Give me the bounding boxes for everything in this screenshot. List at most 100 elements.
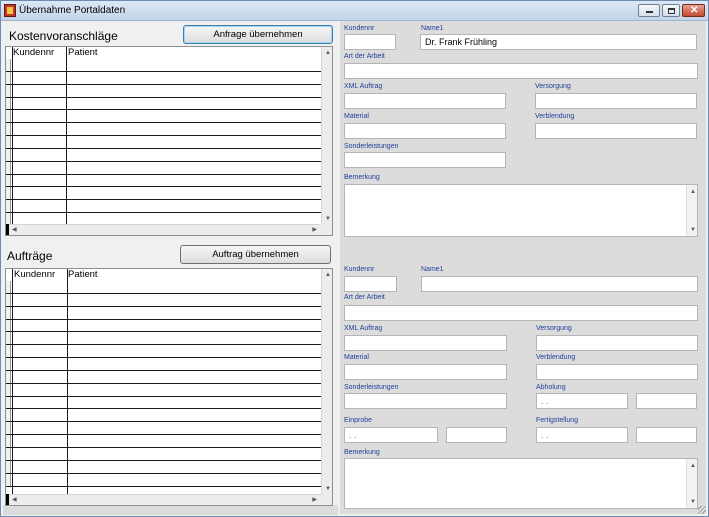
column-header-kundennr[interactable]: Kundennr — [14, 269, 55, 281]
row-selector[interactable] — [6, 306, 11, 319]
row-selector[interactable] — [6, 200, 11, 213]
scroll-right-icon[interactable]: ▶ — [312, 226, 317, 234]
row-selector[interactable] — [6, 422, 11, 435]
row-selector[interactable] — [6, 332, 11, 345]
row-selector[interactable] — [6, 71, 11, 84]
anfrage-material-field[interactable] — [344, 123, 506, 139]
row-selector[interactable] — [6, 84, 11, 97]
horizontal-scrollbar[interactable]: ◀ ▶ — [6, 494, 321, 505]
row-selector[interactable] — [6, 123, 11, 136]
scroll-right-icon[interactable]: ▶ — [312, 496, 317, 504]
einprobe-time-field[interactable] — [446, 427, 507, 443]
auftrag-versorgung-field[interactable] — [536, 335, 698, 351]
vertical-scrollbar[interactable]: ▲ ▼ — [321, 47, 332, 224]
scroll-up-icon[interactable]: ▲ — [325, 271, 331, 279]
table-row[interactable] — [6, 332, 321, 346]
table-row[interactable] — [6, 161, 321, 175]
table-row[interactable] — [6, 148, 321, 162]
row-selector[interactable] — [6, 345, 11, 358]
fertigstellung-time-field[interactable] — [636, 427, 697, 443]
row-selector[interactable] — [6, 319, 11, 332]
einprobe-date-field[interactable]: . . — [344, 427, 438, 443]
row-selector[interactable] — [6, 136, 11, 148]
fertigstellung-date-field[interactable]: . . — [536, 427, 628, 443]
vertical-scrollbar[interactable]: ▲ ▼ — [686, 459, 697, 508]
minimize-button[interactable] — [638, 4, 660, 17]
column-header-patient[interactable]: Patient — [68, 269, 98, 281]
table-row[interactable] — [6, 84, 321, 98]
anfrage-xml-auftrag-field[interactable] — [344, 93, 506, 109]
anfrage-art-der-arbeit-field[interactable] — [344, 63, 698, 79]
row-selector[interactable] — [6, 281, 11, 293]
table-row[interactable] — [6, 447, 321, 461]
table-row[interactable] — [6, 123, 321, 137]
auftrag-material-field[interactable] — [344, 364, 507, 380]
row-selector[interactable] — [6, 97, 11, 110]
row-selector[interactable] — [6, 174, 11, 187]
abholung-date-field[interactable]: . . — [536, 393, 628, 409]
row-selector[interactable] — [6, 187, 11, 200]
table-row[interactable] — [6, 383, 321, 397]
anfrage-sonderleistungen-field[interactable] — [344, 152, 506, 168]
auftrag-uebernehmen-button[interactable]: Auftrag übernehmen — [180, 245, 331, 264]
scroll-up-icon[interactable]: ▲ — [690, 462, 696, 470]
maximize-button[interactable] — [662, 4, 680, 17]
kostenvoranschlaege-grid[interactable]: Kundennr Patient ▲ ▼ ◀ ▶ — [5, 46, 333, 236]
row-selector[interactable] — [6, 59, 11, 71]
scroll-up-icon[interactable]: ▲ — [690, 188, 696, 196]
vertical-scrollbar[interactable]: ▲ ▼ — [686, 185, 697, 236]
table-row[interactable] — [6, 174, 321, 188]
table-row[interactable] — [6, 281, 321, 294]
column-header-kundennr[interactable]: Kundennr — [13, 47, 54, 59]
row-selector[interactable] — [6, 460, 11, 473]
auftraege-grid[interactable]: Kundennr Patient ▲ ▼ ◀ ▶ — [5, 268, 333, 506]
anfrage-versorgung-field[interactable] — [535, 93, 697, 109]
table-row[interactable] — [6, 358, 321, 371]
scroll-up-icon[interactable]: ▲ — [325, 49, 331, 57]
scroll-down-icon[interactable]: ▼ — [325, 215, 331, 223]
scroll-left-icon[interactable]: ◀ — [12, 226, 17, 234]
table-row[interactable] — [6, 59, 321, 72]
table-row[interactable] — [6, 136, 321, 149]
anfrage-uebernehmen-button[interactable]: Anfrage übernehmen — [183, 25, 333, 44]
row-selector[interactable] — [6, 358, 11, 370]
table-row[interactable] — [6, 71, 321, 85]
auftrag-kundennr-field[interactable] — [344, 276, 397, 292]
table-row[interactable] — [6, 319, 321, 333]
column-header-patient[interactable]: Patient — [68, 47, 98, 59]
row-selector[interactable] — [6, 110, 11, 123]
table-row[interactable] — [6, 473, 321, 487]
row-selector[interactable] — [6, 409, 11, 422]
table-row[interactable] — [6, 345, 321, 359]
auftrag-sonderleistungen-field[interactable] — [344, 393, 507, 409]
row-selector[interactable] — [6, 447, 11, 460]
row-selector[interactable] — [6, 293, 11, 306]
table-row[interactable] — [6, 306, 321, 320]
auftrag-xml-auftrag-field[interactable] — [344, 335, 507, 351]
auftrag-name1-field[interactable] — [421, 276, 698, 292]
table-row[interactable] — [6, 110, 321, 124]
auftrag-verblendung-field[interactable] — [536, 364, 698, 380]
row-selector[interactable] — [6, 148, 11, 161]
table-row[interactable] — [6, 370, 321, 384]
resize-grip-icon[interactable] — [698, 506, 706, 514]
title-bar[interactable]: Übernahme Portaldaten ✕ — [1, 1, 708, 21]
table-row[interactable] — [6, 200, 321, 214]
table-row[interactable] — [6, 422, 321, 436]
table-row[interactable] — [6, 460, 321, 474]
row-selector[interactable] — [6, 161, 11, 174]
table-row[interactable] — [6, 409, 321, 423]
anfrage-verblendung-field[interactable] — [535, 123, 697, 139]
row-selector[interactable] — [6, 435, 11, 447]
close-button[interactable]: ✕ — [682, 4, 705, 17]
row-selector[interactable] — [6, 473, 11, 486]
row-selector[interactable] — [6, 383, 11, 396]
abholung-time-field[interactable] — [636, 393, 697, 409]
row-selector[interactable] — [6, 370, 11, 383]
table-row[interactable] — [6, 187, 321, 201]
table-row[interactable] — [6, 293, 321, 307]
table-row[interactable] — [6, 396, 321, 410]
row-selector[interactable] — [6, 396, 11, 409]
scroll-left-icon[interactable]: ◀ — [12, 496, 17, 504]
anfrage-kundennr-field[interactable] — [344, 34, 396, 50]
